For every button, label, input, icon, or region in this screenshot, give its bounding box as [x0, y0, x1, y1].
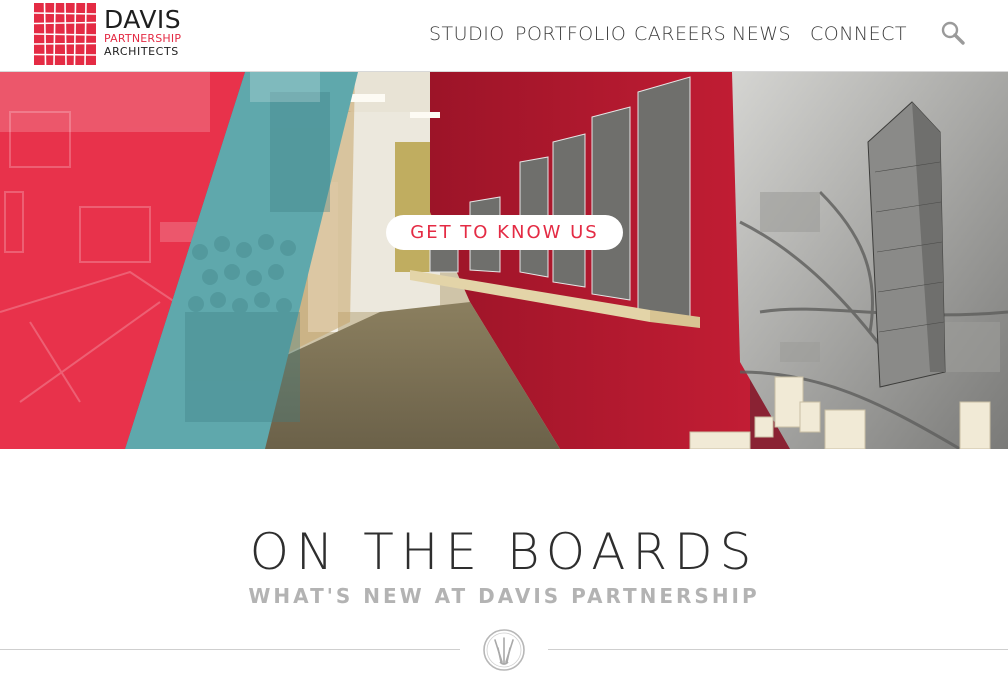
section-title: ON THE BOARDS — [249, 523, 759, 581]
divider-left — [0, 649, 460, 650]
nav-item-portfolio[interactable]: PORTFOLIO — [515, 22, 626, 46]
logo-line-3: ARCHITECTS — [104, 45, 179, 58]
nav-item-news[interactable]: NEWS — [732, 22, 791, 46]
main-nav: STUDIO PORTFOLIO CAREERS NEWS CONNECT — [0, 22, 1008, 46]
search-icon[interactable] — [940, 20, 966, 46]
brushes-emblem-icon — [483, 629, 525, 671]
section-subtitle: WHAT'S NEW AT DAVIS PARTNERSHIP — [248, 584, 760, 608]
nav-item-careers[interactable]: CAREERS — [634, 22, 726, 46]
nav-item-studio[interactable]: STUDIO — [429, 22, 505, 46]
hero-banner: GET TO KNOW US — [0, 72, 1008, 449]
divider-right — [548, 649, 1008, 650]
nav-item-connect[interactable]: CONNECT — [810, 22, 907, 46]
get-to-know-us-button[interactable]: GET TO KNOW US — [386, 215, 623, 250]
site-header: DAVIS PARTNERSHIP ARCHITECTS STUDIO PORT… — [0, 0, 1008, 72]
hero-collage-image — [0, 72, 1008, 449]
